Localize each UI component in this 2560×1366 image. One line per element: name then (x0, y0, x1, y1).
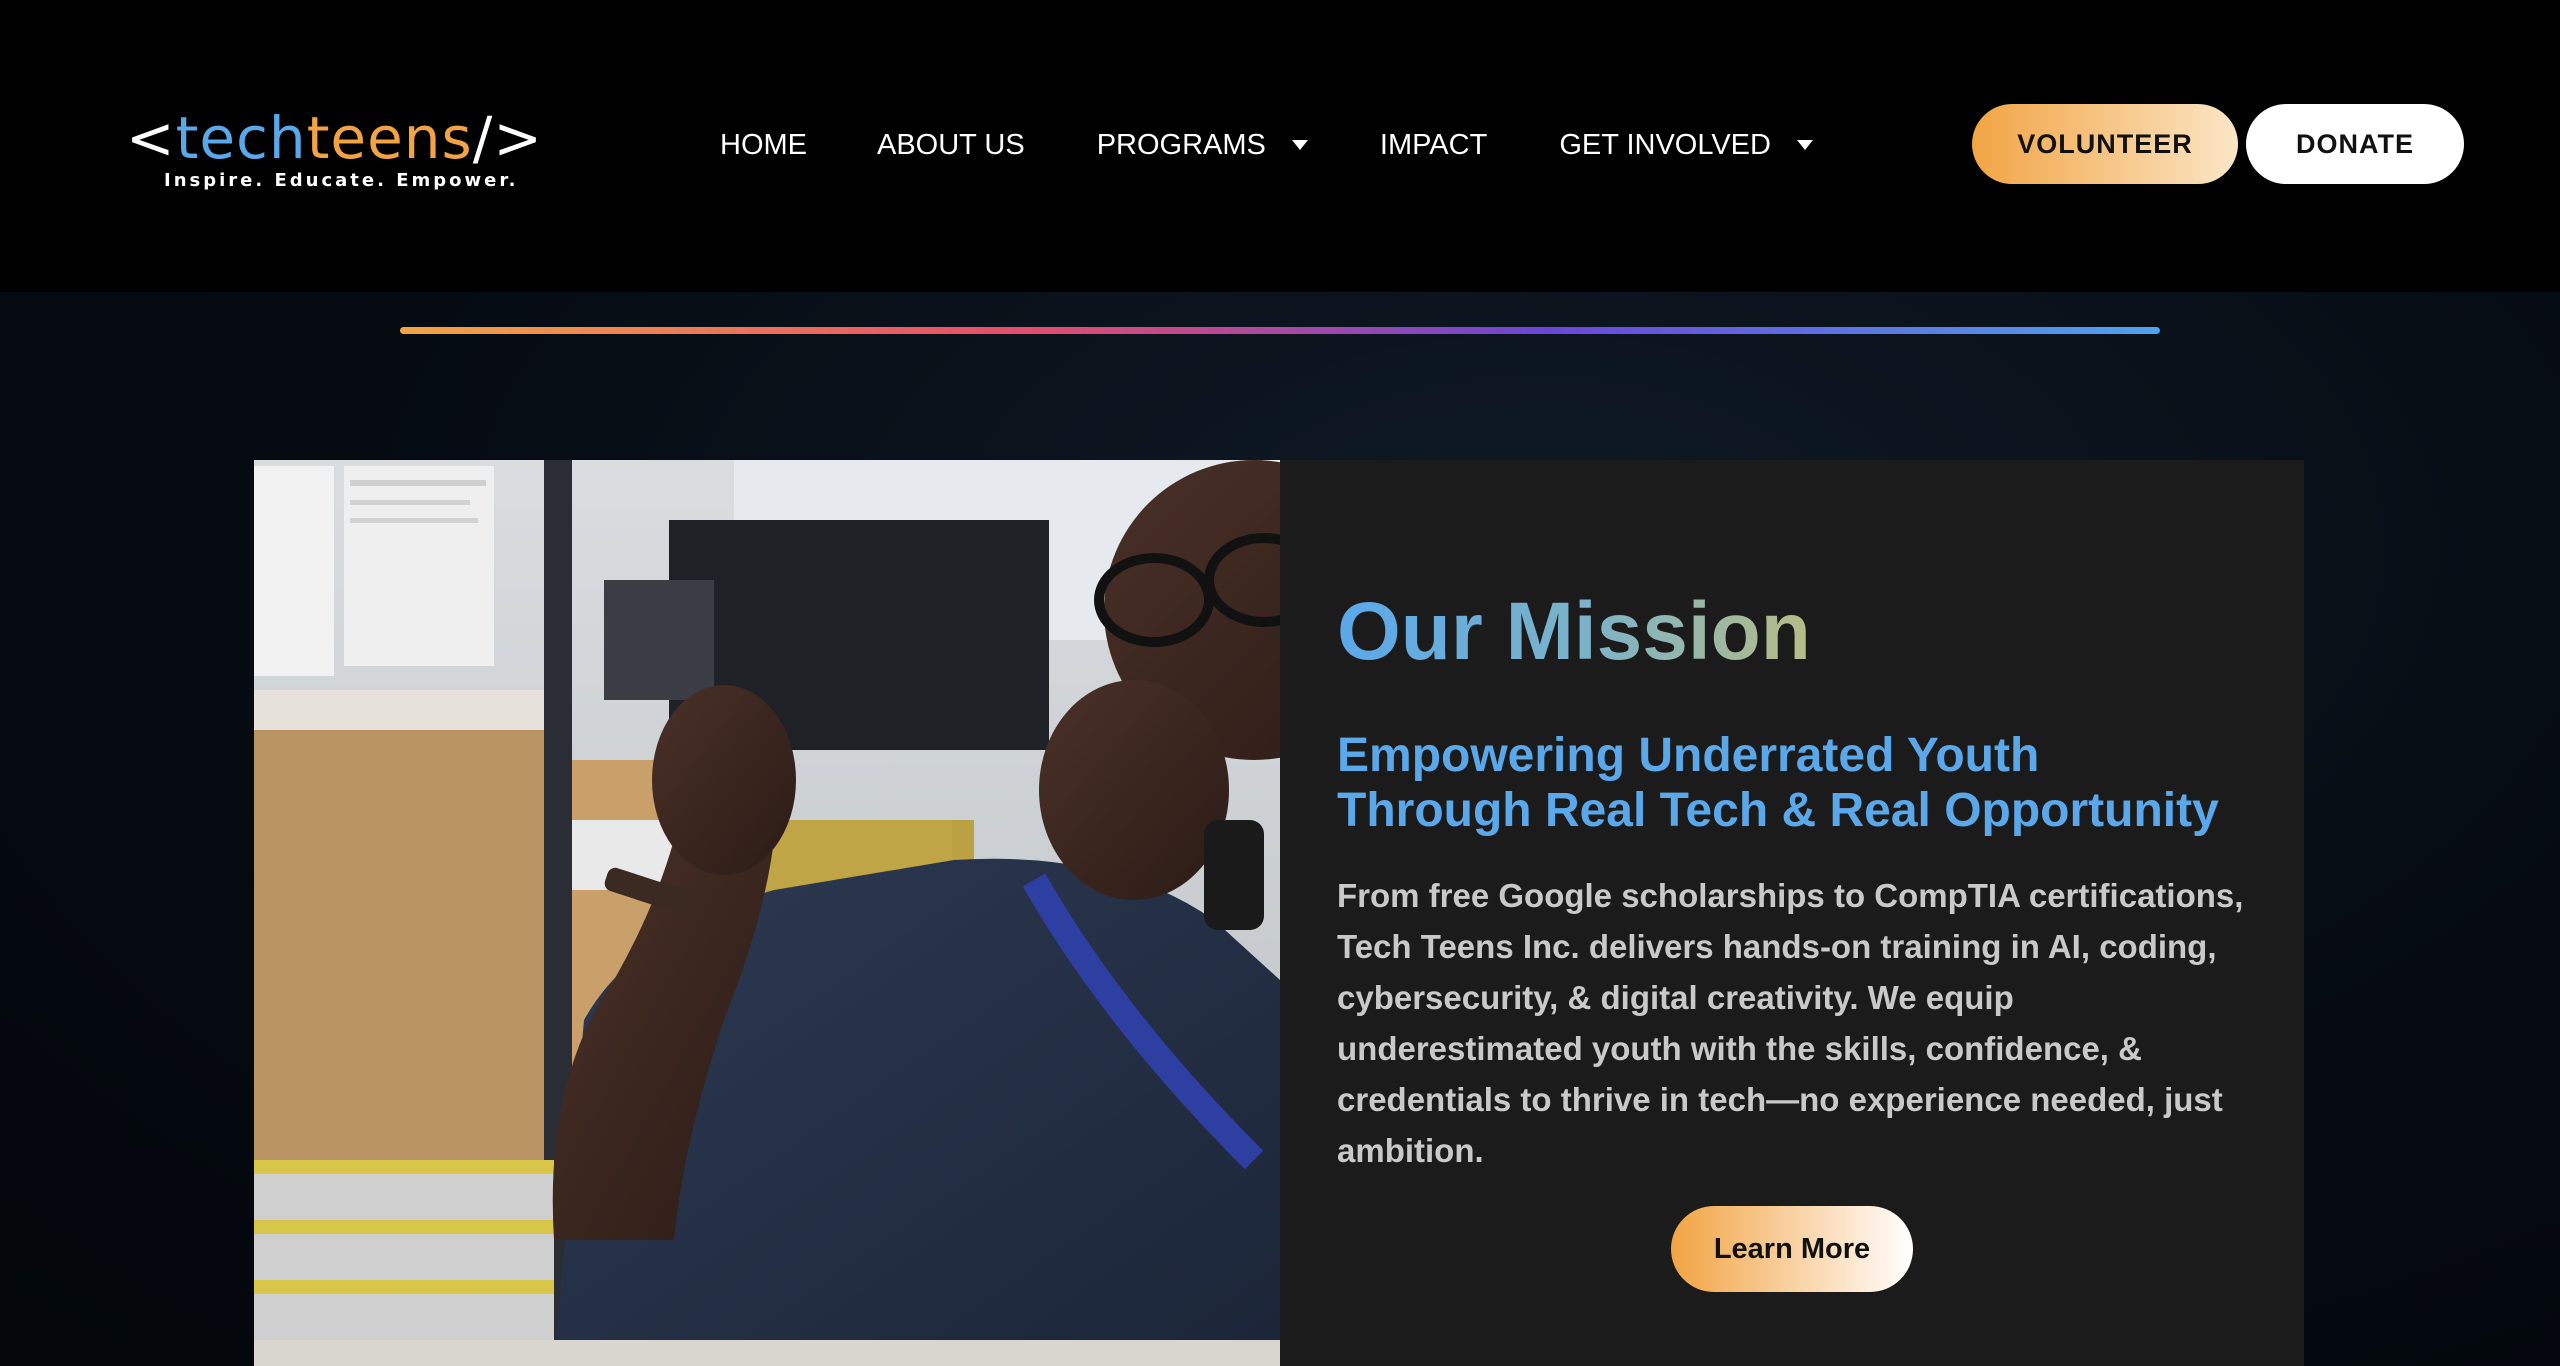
nav-item-impact[interactable]: IMPACT (1380, 129, 1487, 162)
mission-subtitle: Empowering Underrated Youth Through Real… (1337, 729, 2219, 837)
nav-item-get-involved[interactable]: GET INVOLVED (1559, 129, 1813, 162)
mission-card: Our Mission Empowering Underrated Youth … (1280, 460, 2304, 1366)
learn-more-button[interactable]: Learn More (1671, 1206, 1913, 1292)
nav-item-programs[interactable]: PROGRAMS (1097, 129, 1308, 162)
mission-section: Our Mission Empowering Underrated Youth … (254, 460, 2304, 1366)
logo-word-tech: tech (175, 104, 307, 172)
gradient-divider (400, 327, 2160, 334)
main-nav: HOME ABOUT US PROGRAMS IMPACT GET INVOLV… (720, 122, 1813, 168)
logo-open-bracket: < (126, 104, 176, 172)
logo-word-teens: teens (306, 104, 473, 172)
nav-item-label: ABOUT US (877, 128, 1025, 161)
logo-tagline: Inspire. Educate. Empower. (164, 170, 519, 191)
nav-item-about-us[interactable]: ABOUT US (877, 129, 1025, 162)
volunteer-button[interactable]: VOLUNTEER (1972, 104, 2238, 184)
site-header: <techteens/> Inspire. Educate. Empower. … (0, 0, 2560, 292)
mission-description: From free Google scholarships to CompTIA… (1337, 877, 2244, 1169)
logo-wordmark: <techteens/> (126, 106, 543, 170)
donate-button[interactable]: DONATE (2246, 104, 2464, 184)
nav-item-home[interactable]: HOME (720, 129, 807, 162)
mission-photo (254, 460, 1280, 1366)
site-logo[interactable]: <techteens/> Inspire. Educate. Empower. (126, 106, 542, 196)
mission-title: Our Mission (1337, 584, 1811, 680)
nav-item-label: IMPACT (1379, 128, 1488, 161)
nav-item-label: GET INVOLVED (1559, 128, 1771, 161)
office-photo-illustration (254, 460, 1280, 1366)
nav-item-label: PROGRAMS (1096, 128, 1266, 161)
nav-item-label: HOME (720, 128, 807, 161)
logo-close-bracket: /> (472, 104, 543, 172)
caret-down-icon (1291, 140, 1308, 150)
caret-down-icon (1796, 140, 1813, 150)
